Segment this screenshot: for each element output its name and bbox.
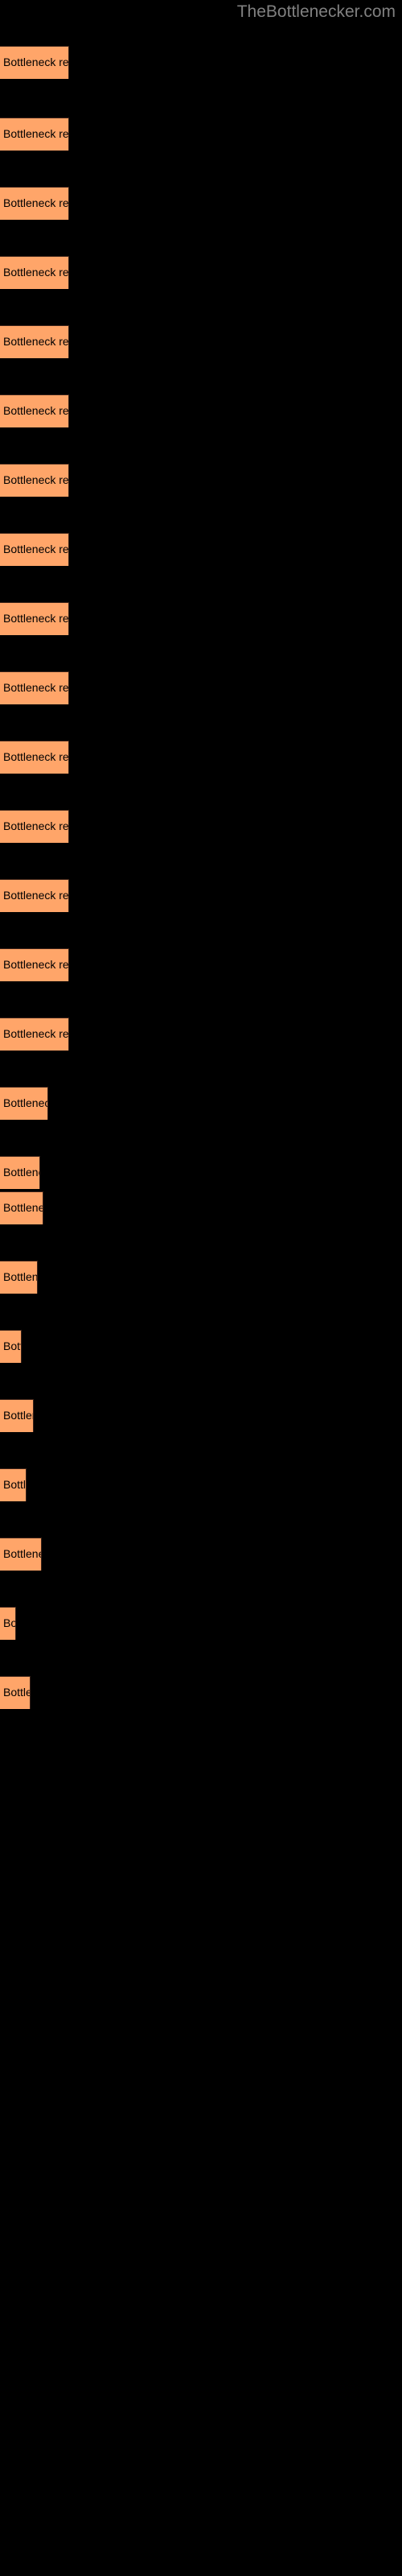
bar-row: Bottleneck result bbox=[0, 533, 402, 566]
bar[interactable]: Bottleneck result bbox=[0, 1261, 38, 1294]
bottleneck-chart-page: TheBottlenecker.com Bottleneck resultBot… bbox=[0, 0, 402, 2576]
bar-row: Bottleneck result bbox=[0, 1399, 402, 1432]
bar-row: Bottleneck result bbox=[0, 46, 402, 79]
bar-row: Bottleneck result bbox=[0, 1607, 402, 1640]
bar-label: Bottleneck result bbox=[3, 127, 69, 140]
bar-label: Bottleneck result bbox=[3, 1478, 27, 1491]
bar[interactable]: Bottleneck result bbox=[0, 187, 69, 220]
bar-row: Bottleneck result bbox=[0, 1191, 402, 1224]
bar[interactable]: Bottleneck result bbox=[0, 533, 69, 566]
bar-row: Bottleneck result bbox=[0, 1468, 402, 1501]
bar-row: Bottleneck result bbox=[0, 671, 402, 704]
bar[interactable]: Bottleneck result bbox=[0, 879, 69, 912]
bar-row: Bottleneck result bbox=[0, 325, 402, 358]
bar[interactable]: Bottleneck result bbox=[0, 948, 69, 981]
bar[interactable]: Bottleneck result bbox=[0, 1676, 31, 1709]
bar[interactable]: Bottleneck result bbox=[0, 1191, 43, 1224]
bar-label: Bottleneck result bbox=[3, 1096, 47, 1109]
bar[interactable]: Bottleneck result bbox=[0, 810, 69, 843]
bar-label: Bottleneck result bbox=[3, 1616, 16, 1629]
bar[interactable]: Bottleneck result bbox=[0, 1087, 48, 1120]
bar-row: Bottleneck result bbox=[0, 1330, 402, 1363]
bar-row: Bottleneck result bbox=[0, 256, 402, 289]
bar-label: Bottleneck result bbox=[3, 56, 69, 68]
bar[interactable]: Bottleneck result bbox=[0, 1538, 42, 1571]
bar-label: Bottleneck result bbox=[3, 958, 69, 971]
bar-label: Bottleneck result bbox=[3, 612, 69, 625]
bar-label: Bottleneck result bbox=[3, 1027, 69, 1040]
bar-label: Bottleneck result bbox=[3, 543, 69, 555]
bar-label: Bottleneck result bbox=[3, 1270, 38, 1283]
bar-label: Bottleneck result bbox=[3, 1340, 21, 1352]
bar-row: Bottleneck result bbox=[0, 1156, 402, 1189]
bar-label: Bottleneck result bbox=[3, 1409, 33, 1422]
bar-label: Bottleneck result bbox=[3, 750, 69, 763]
bar-row: Bottleneck result bbox=[0, 879, 402, 912]
horizontal-bar-chart: Bottleneck result Bottleneck result Bottle… bbox=[0, 0, 402, 2576]
bar-row: Bottleneck result bbox=[0, 948, 402, 981]
bar-row: Bottleneck result bbox=[0, 118, 402, 151]
bar-row: Bottleneck result bbox=[0, 187, 402, 220]
bar-row: Bottleneck result bbox=[0, 394, 402, 427]
bar[interactable]: Bottleneck result bbox=[0, 1399, 34, 1432]
bar-row: Bottleneck result bbox=[0, 464, 402, 497]
bar[interactable]: Bottleneck result bbox=[0, 1156, 40, 1189]
bar-label: Bottleneck result bbox=[3, 404, 69, 417]
bar-row: Bottleneck result bbox=[0, 1087, 402, 1120]
bar-row: Bottleneck result bbox=[0, 741, 402, 774]
bar[interactable]: Bottleneck result bbox=[0, 256, 69, 289]
bar[interactable]: Bottleneck result bbox=[0, 1468, 27, 1501]
bar[interactable]: Bottleneck result bbox=[0, 741, 69, 774]
bar-row: Bottleneck result bbox=[0, 602, 402, 635]
bar-label: Bottleneck result bbox=[3, 1547, 41, 1560]
bar[interactable]: Bottleneck result bbox=[0, 602, 69, 635]
bar[interactable]: Bottleneck result bbox=[0, 46, 69, 79]
bar[interactable]: Bottleneck result bbox=[0, 1018, 69, 1051]
bar[interactable]: Bottleneck result bbox=[0, 1607, 16, 1640]
bar[interactable]: Bottleneck result bbox=[0, 1330, 22, 1363]
bar-label: Bottleneck result bbox=[3, 335, 69, 348]
bar-label: Bottleneck result bbox=[3, 266, 69, 279]
bar[interactable]: Bottleneck result bbox=[0, 325, 69, 358]
bar[interactable]: Bottleneck result bbox=[0, 394, 69, 427]
bar-label: Bottleneck result bbox=[3, 1166, 39, 1179]
bar-row: Bottleneck result bbox=[0, 1538, 402, 1571]
bar-row: Bottleneck result bbox=[0, 810, 402, 843]
bar-row: Bottleneck result bbox=[0, 1676, 402, 1709]
bar[interactable]: Bottleneck result bbox=[0, 118, 69, 151]
bar-label: Bottleneck result bbox=[3, 473, 69, 486]
bar-row: Bottleneck result bbox=[0, 1018, 402, 1051]
bar[interactable]: Bottleneck result bbox=[0, 464, 69, 497]
bar-label: Bottleneck result bbox=[3, 196, 69, 209]
bar-label: Bottleneck result bbox=[3, 1686, 30, 1699]
bar-row: Bottleneck result bbox=[0, 1261, 402, 1294]
bar[interactable]: Bottleneck result bbox=[0, 671, 69, 704]
bar-label: Bottleneck result bbox=[3, 1201, 43, 1214]
bar-label: Bottleneck result bbox=[3, 889, 69, 902]
bar-label: Bottleneck result bbox=[3, 681, 69, 694]
bar-label: Bottleneck result bbox=[3, 819, 69, 832]
